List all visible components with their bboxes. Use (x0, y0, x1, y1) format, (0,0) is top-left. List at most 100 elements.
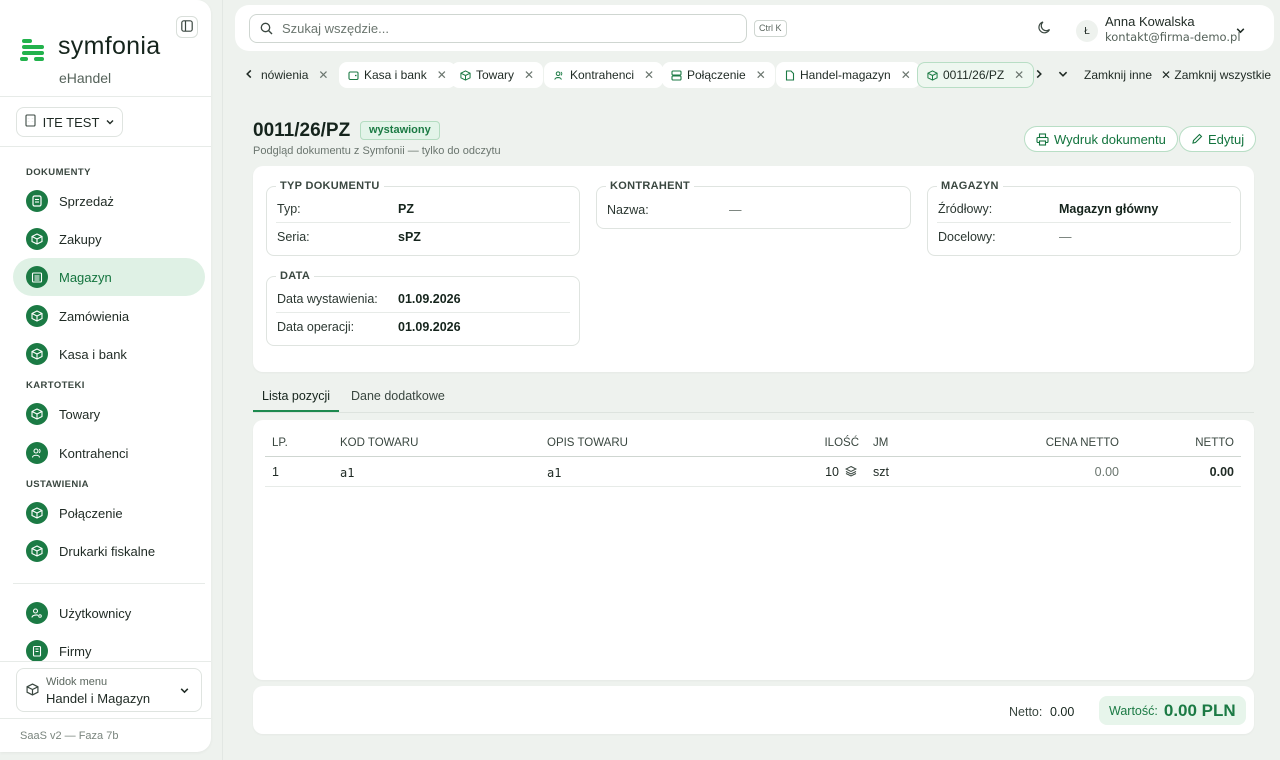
tab-handel-magazyn[interactable]: Handel-magazyn ✕ (776, 62, 920, 88)
box-icon (927, 69, 938, 81)
cell-quantity: 10 (825, 465, 839, 479)
sidebar-item-firmy[interactable]: Firmy (13, 632, 205, 670)
edit-button[interactable]: Edytuj (1179, 126, 1257, 152)
column-header-code[interactable]: KOD TOWARU (340, 437, 418, 449)
user-name: Anna Kowalska (1105, 14, 1195, 29)
search-box[interactable] (249, 14, 747, 43)
tab-label: Kontrahenci (570, 68, 635, 82)
tab-bar: nówienia ✕ Kasa i bank ✕ Towary ✕ Kontra… (235, 62, 1280, 88)
field-label: Źródłowy: (938, 202, 993, 216)
layers-icon[interactable] (844, 465, 858, 480)
tab-0011-26-pz[interactable]: 0011/26/PZ ✕ (917, 62, 1035, 88)
sidebar-item-kasa-i-bank[interactable]: Kasa i bank (13, 335, 205, 373)
column-header-lp[interactable]: LP. (272, 437, 288, 449)
type-row: Typ: PZ (276, 196, 570, 223)
box-icon (26, 228, 48, 250)
close-icon[interactable]: ✕ (644, 68, 654, 82)
column-header-net-price[interactable]: CENA NETTO (1046, 437, 1119, 449)
layout-separator (222, 0, 223, 760)
sidebar-item-label: Magazyn (59, 269, 112, 285)
sidebar-item-kontrahenci[interactable]: Kontrahenci (13, 434, 205, 472)
sidebar-item-sprzedaz[interactable]: Sprzedaż (13, 182, 205, 220)
table-row[interactable]: 1 a1 a1 10 szt 0.00 0.00 (265, 458, 1241, 487)
file-icon (785, 69, 795, 81)
sidebar-item-label: Towary (59, 406, 101, 422)
section-label-records: KARTOTEKI (26, 380, 85, 391)
column-header-unit[interactable]: JM (873, 437, 888, 449)
print-document-button[interactable]: Wydruk dokumentu (1024, 126, 1178, 152)
close-icon[interactable]: ✕ (1014, 68, 1024, 82)
box-icon (26, 502, 48, 524)
close-other-tabs-button[interactable]: Zamknij inne (1084, 68, 1152, 82)
tab-zamowienia[interactable]: nówienia ✕ (252, 62, 337, 88)
search-icon (260, 22, 273, 35)
contractor-section: KONTRAHENT Nazwa: — (596, 180, 911, 229)
net-total-value: 0.00 (1050, 705, 1075, 719)
column-header-quantity[interactable]: ILOŚĆ (824, 437, 859, 449)
tab-label: Towary (476, 68, 515, 82)
summary-bar: Netto: 0.00 Wartość: 0.00 PLN (253, 686, 1254, 734)
version-label: SaaS v2 — Faza 7b (20, 730, 119, 742)
close-icon[interactable]: ✕ (318, 68, 328, 82)
sidebar-item-label: Drukarki fiskalne (59, 543, 156, 559)
section-title: MAGAZYN (937, 180, 1003, 192)
close-icon[interactable]: ✕ (901, 68, 911, 82)
field-value: Magazyn główny (1059, 202, 1159, 216)
user-menu[interactable]: Ł Anna Kowalska kontakt@firma-demo.pl (1076, 13, 1251, 47)
sidebar: symfonia eHandel ITE TEST DOKUMENTY Sprz… (0, 0, 211, 752)
search-shortcut-hint: Ctrl K (754, 20, 787, 37)
warehouse-icon (26, 266, 48, 288)
sidebar-item-drukarki-fiskalne[interactable]: Drukarki fiskalne (13, 532, 205, 570)
sidebar-item-label: Kontrahenci (59, 445, 129, 461)
search-input[interactable] (282, 21, 722, 36)
cell-description: a1 (547, 466, 562, 480)
tab-additional-data[interactable]: Dane dodatkowe (351, 389, 445, 403)
status-badge: wystawiony (360, 121, 440, 140)
tab-kontrahenci[interactable]: Kontrahenci ✕ (544, 62, 664, 88)
sidebar-collapse-button[interactable] (176, 16, 198, 38)
column-header-net[interactable]: NETTO (1195, 437, 1234, 449)
close-all-tabs-button[interactable]: ✕ Zamknij wszystkie (1161, 68, 1271, 82)
topbar: Ctrl K Ł Anna Kowalska kontakt@firma-dem… (235, 5, 1274, 51)
active-tab-indicator (253, 410, 339, 412)
sidebar-item-zamowienia[interactable]: Zamówienia (13, 297, 205, 335)
box-icon (26, 403, 48, 425)
table-header: LP. KOD TOWARU OPIS TOWARU ILOŚĆ JM CENA… (265, 437, 1241, 457)
tab-kasa-i-bank[interactable]: Kasa i bank ✕ (339, 62, 456, 88)
field-label: Nazwa: (607, 202, 649, 217)
close-icon[interactable]: ✕ (524, 68, 534, 82)
sidebar-item-polaczenie[interactable]: Połączenie (13, 494, 205, 532)
document-icon (26, 190, 48, 212)
menu-view-selector[interactable]: Widok menu Handel i Magazyn (16, 668, 202, 712)
field-value: — (1059, 229, 1072, 244)
users-icon (26, 442, 48, 464)
tab-towary[interactable]: Towary ✕ (451, 62, 544, 88)
menu-view-value: Handel i Magazyn (46, 691, 151, 706)
logo-subtitle: eHandel (59, 70, 112, 86)
sidebar-item-zakupy[interactable]: Zakupy (13, 220, 205, 258)
box-icon (26, 343, 48, 365)
server-icon (671, 69, 682, 81)
cell-net-price: 0.00 (1094, 465, 1119, 479)
total-value: 0.00 PLN (1163, 700, 1236, 720)
close-icon[interactable]: ✕ (437, 68, 447, 82)
sidebar-item-label: Kasa i bank (59, 346, 127, 362)
sidebar-item-label: Połączenie (59, 505, 123, 521)
net-total-label: Netto: (1009, 705, 1043, 719)
total-value-badge: Wartość: 0.00 PLN (1099, 696, 1246, 725)
tab-polaczenie[interactable]: Połączenie ✕ (662, 62, 775, 88)
tabs-list-chevron-down-icon[interactable] (1057, 68, 1069, 83)
sidebar-divider (13, 583, 205, 584)
tabs-scroll-right-icon[interactable] (1033, 68, 1045, 83)
close-icon[interactable]: ✕ (756, 68, 766, 82)
field-value: PZ (398, 202, 414, 216)
series-row: Seria: sPZ (276, 223, 570, 250)
sidebar-item-magazyn[interactable]: Magazyn (13, 258, 205, 296)
moon-icon[interactable] (1037, 20, 1052, 38)
company-selector[interactable]: ITE TEST (16, 107, 123, 137)
column-header-description[interactable]: OPIS TOWARU (547, 437, 628, 449)
tab-positions-list[interactable]: Lista pozycji (262, 389, 330, 403)
sidebar-item-uzytkownicy[interactable]: Użytkownicy (13, 594, 205, 632)
sidebar-item-towary[interactable]: Towary (13, 395, 205, 433)
field-label: Typ: (277, 202, 301, 216)
